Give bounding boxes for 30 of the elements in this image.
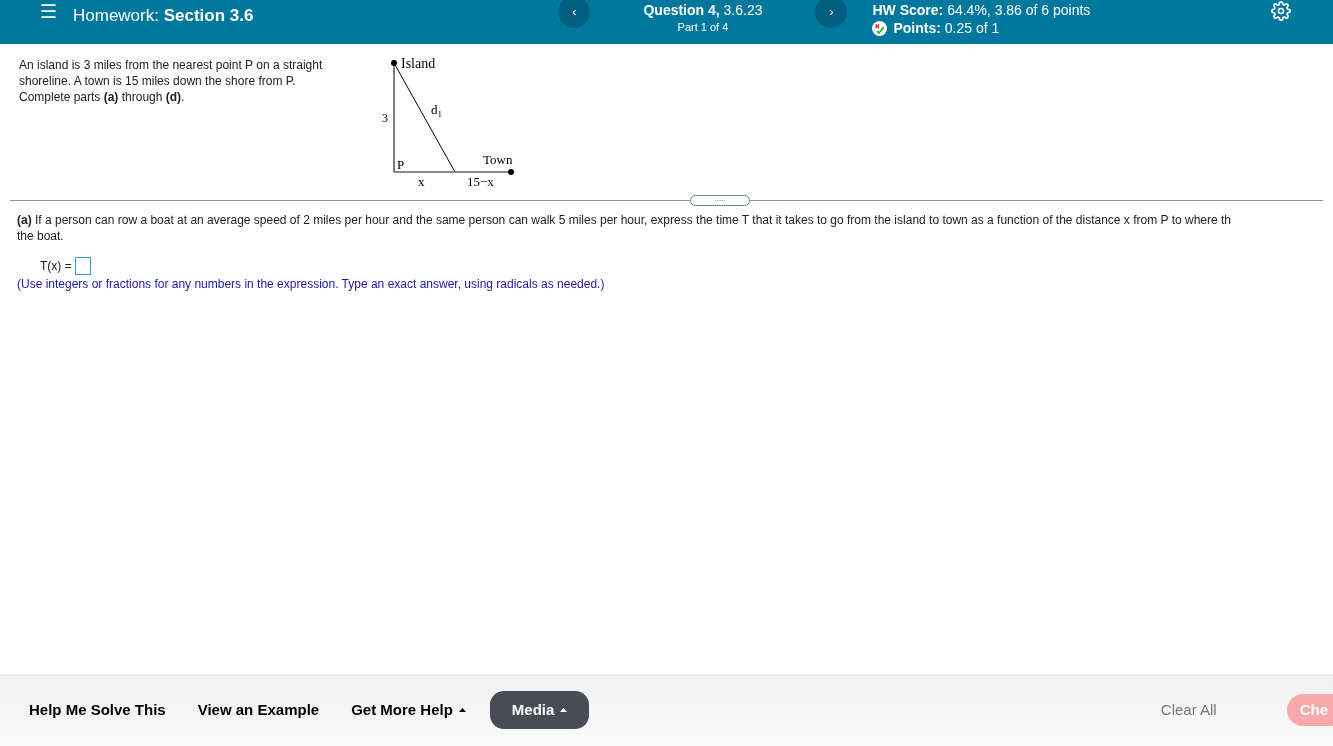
help-button[interactable]: View an Example bbox=[185, 691, 332, 729]
next-button[interactable]: › bbox=[815, 0, 848, 28]
divider-handle[interactable]: ..... bbox=[690, 195, 750, 206]
town-label: Town bbox=[483, 152, 513, 167]
x-label: x bbox=[418, 174, 425, 188]
media-button[interactable]: Media bbox=[489, 691, 590, 729]
help-button[interactable]: Get More Help bbox=[339, 691, 478, 729]
caret-icon bbox=[458, 708, 466, 712]
answer-label: T(x) = bbox=[40, 258, 72, 275]
points-status-icon bbox=[872, 20, 888, 36]
points-value: Points: 0.25 of 1 bbox=[893, 20, 1000, 36]
answer-hint: (Use integers or fractions for any numbers in the expression. Type an exact answer, using radicals as needed.) bbox=[17, 276, 606, 292]
help-button[interactable]: Help Me Solve This bbox=[17, 691, 178, 729]
hypotenuse-label: d$_{1}$ bbox=[431, 102, 442, 119]
question-number: Question 4, 3.6.23 bbox=[643, 2, 763, 18]
island-label: Island bbox=[401, 58, 436, 71]
problem-text: An island is 3 miles from the nearest point P on a straight shoreline. A town is 15 miles down the shore from P. Complete parts (a) through (d). bbox=[19, 57, 324, 105]
clear-all-button[interactable]: Clear All bbox=[1160, 698, 1217, 722]
homework-title: Homework: Section 3.6 bbox=[73, 5, 254, 27]
settings-icon[interactable] bbox=[1271, 1, 1291, 21]
question-text: (a) If a person can row a boat at an average speed of 2 miles per hour and the same person can walk 5 miles per hour, express the time T that it takes to go from the island to town as a function of the distance x from P to where th the boat. bbox=[17, 212, 1232, 244]
point-label: P bbox=[397, 157, 405, 172]
remainder-label: 15−x bbox=[467, 174, 494, 188]
hw-score: HW Score: 64.4%, 3.86 of 6 points bbox=[872, 2, 1091, 18]
side-label: 3 bbox=[382, 111, 388, 125]
answer-field[interactable] bbox=[74, 257, 91, 275]
caret-icon bbox=[560, 708, 568, 712]
previous-button[interactable]: ‹ bbox=[558, 0, 591, 28]
menu-icon[interactable]: ☰ bbox=[40, 1, 57, 23]
part-indicator: Part 1 of 4 bbox=[677, 20, 729, 34]
